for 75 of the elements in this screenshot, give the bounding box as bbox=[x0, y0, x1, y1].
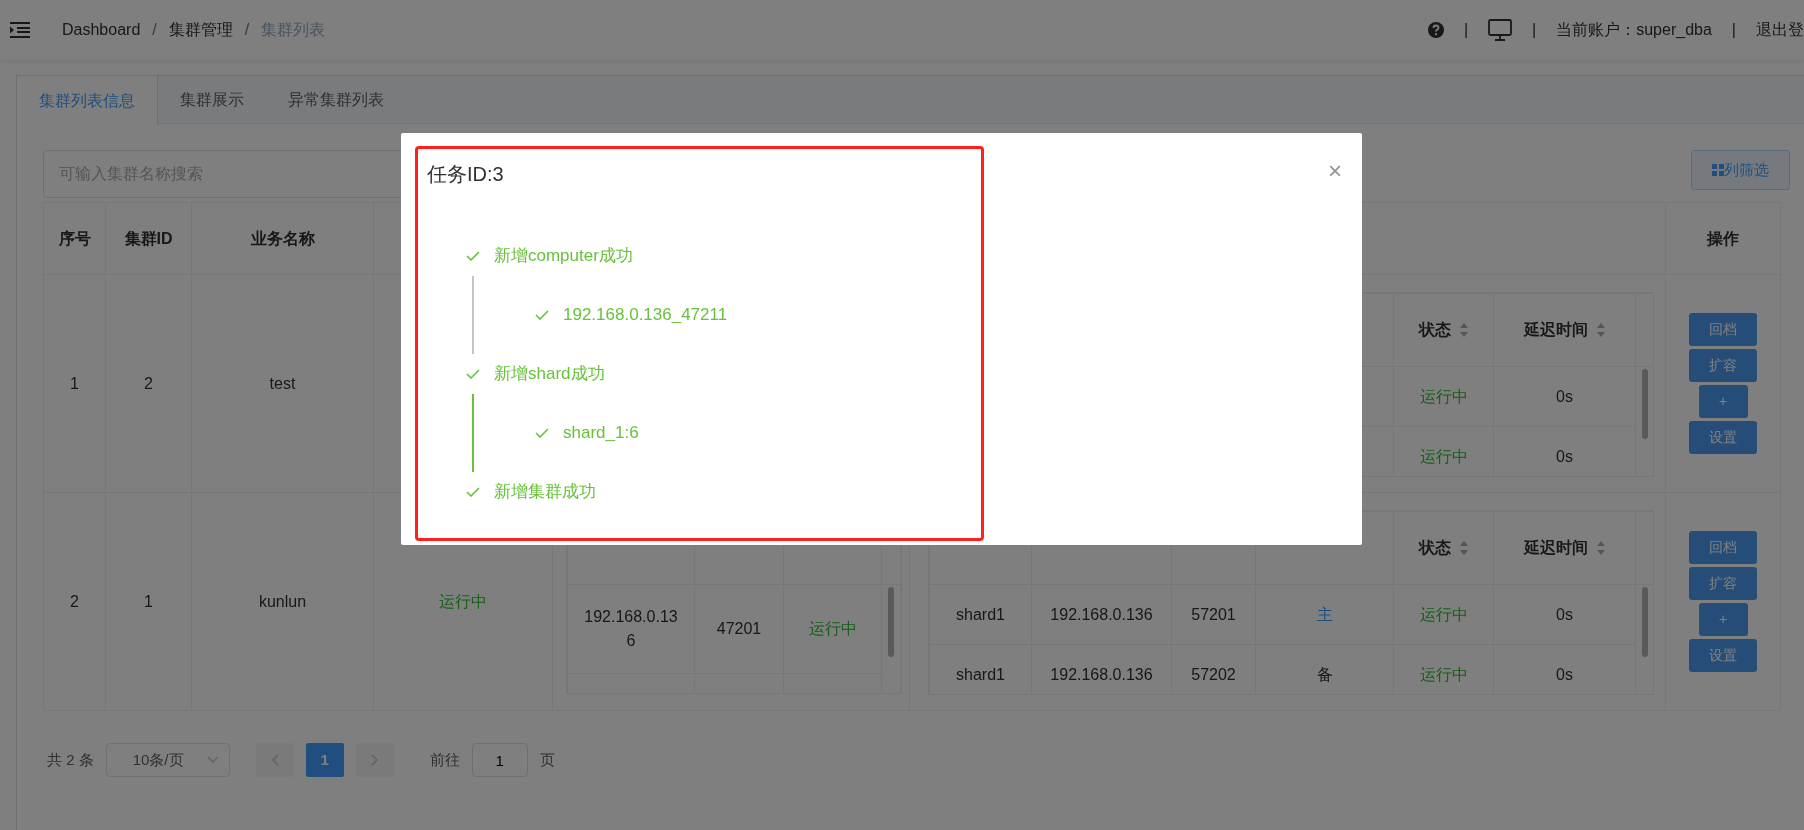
table-cell: 57201 bbox=[1171, 584, 1256, 645]
previous-page-button[interactable] bbox=[255, 743, 294, 777]
breadcrumb-separator: / bbox=[152, 20, 157, 40]
breadcrumb-link[interactable]: Dashboard bbox=[62, 18, 141, 42]
menu-icon[interactable] bbox=[10, 22, 30, 38]
table-cell: test bbox=[191, 274, 374, 493]
column-header: 操作 bbox=[1665, 202, 1781, 275]
column-header: 业务名称 bbox=[191, 202, 374, 275]
column-header: 序号 bbox=[43, 202, 106, 275]
next-page-button[interactable] bbox=[355, 743, 394, 777]
tab[interactable]: 异常集群列表 bbox=[266, 76, 406, 124]
account-label: 当前账户：super_dba bbox=[1556, 20, 1712, 40]
logout-link[interactable]: 退出登 bbox=[1756, 18, 1804, 42]
step-text: 新增computer成功 bbox=[494, 244, 633, 267]
table-cell: 0s bbox=[1493, 584, 1636, 645]
table-cell: 1 bbox=[43, 274, 106, 493]
divider-text: | bbox=[1463, 20, 1469, 40]
table-cell: 主 bbox=[1255, 584, 1394, 645]
action-button[interactable]: 设置 bbox=[1689, 421, 1757, 454]
sort-icon bbox=[1595, 540, 1606, 556]
divider-text: | bbox=[1532, 20, 1537, 40]
tab[interactable]: 集群列表信息 bbox=[17, 76, 158, 125]
scrollbar-thumb[interactable] bbox=[1642, 587, 1648, 657]
help-icon[interactable] bbox=[1427, 22, 1444, 38]
column-filter-button[interactable]: 列筛选 bbox=[1691, 150, 1790, 190]
chevron-right-icon bbox=[370, 754, 379, 766]
table-cell: 运行中 bbox=[1393, 366, 1494, 427]
sort-icon bbox=[1458, 322, 1469, 338]
table-cell: 1 bbox=[105, 492, 192, 711]
step-text: 192.168.0.136_47211 bbox=[563, 303, 728, 326]
sort-icon bbox=[1595, 322, 1606, 338]
scrollbar-thumb[interactable] bbox=[1642, 369, 1648, 439]
table-cell: 2 bbox=[105, 274, 192, 493]
action-button[interactable]: + bbox=[1698, 603, 1748, 636]
column-header: 延迟时间 bbox=[1523, 320, 1588, 340]
breadcrumb-separator: / bbox=[244, 20, 250, 40]
action-button[interactable]: + bbox=[1698, 385, 1748, 418]
scrollbar-thumb[interactable] bbox=[888, 587, 894, 657]
column-header: 状态 bbox=[1418, 538, 1451, 558]
action-button[interactable]: 扩容 bbox=[1689, 567, 1757, 600]
grid-icon bbox=[1712, 164, 1724, 176]
divider-text: | bbox=[1731, 20, 1736, 40]
action-button[interactable]: 回档 bbox=[1689, 313, 1757, 346]
column-header: 集群ID bbox=[105, 202, 192, 275]
table-cell: shard1 bbox=[929, 584, 1032, 645]
action-button[interactable]: 回档 bbox=[1689, 531, 1757, 564]
close-button[interactable]: × bbox=[1328, 159, 1342, 183]
step-text: 新增shard成功 bbox=[494, 362, 605, 385]
tab[interactable]: 集群展示 bbox=[158, 76, 266, 124]
dialog-title: 任务ID:3 bbox=[426, 162, 504, 185]
goto-label: 前往 bbox=[429, 749, 460, 770]
sort-icon bbox=[1458, 540, 1469, 556]
page-button[interactable]: 1 bbox=[305, 743, 344, 777]
table-cell: shard1 bbox=[929, 644, 1032, 694]
action-button[interactable]: 扩容 bbox=[1689, 349, 1757, 382]
step-text: shard_1:6 bbox=[563, 421, 639, 444]
table-cell: 0s bbox=[1493, 366, 1636, 427]
table-cell: 运行中 bbox=[783, 584, 882, 674]
monitor-icon[interactable] bbox=[1488, 19, 1513, 41]
chevron-down-icon bbox=[206, 756, 219, 764]
column-header: 状态 bbox=[1418, 320, 1451, 340]
table-cell: kunlun bbox=[191, 492, 374, 711]
table-cell: 192.168.0.136 bbox=[567, 584, 695, 674]
chevron-left-icon bbox=[270, 754, 279, 766]
table-cell: 192.168.0.136 bbox=[1031, 584, 1172, 645]
total-count: 共 2 条 bbox=[47, 749, 94, 770]
breadcrumb-link[interactable]: 集群管理 bbox=[168, 18, 233, 42]
action-button[interactable]: 设置 bbox=[1689, 639, 1757, 672]
table-cell: 运行中 bbox=[1393, 584, 1494, 645]
table-cell: 47201 bbox=[694, 584, 784, 674]
table-cell: 2 bbox=[43, 492, 106, 711]
column-header: 延迟时间 bbox=[1523, 538, 1588, 558]
page-size-select[interactable]: 10条/页 bbox=[105, 743, 230, 777]
page-number-field[interactable]: 1 bbox=[471, 743, 528, 777]
page-suffix: 页 bbox=[539, 749, 555, 770]
